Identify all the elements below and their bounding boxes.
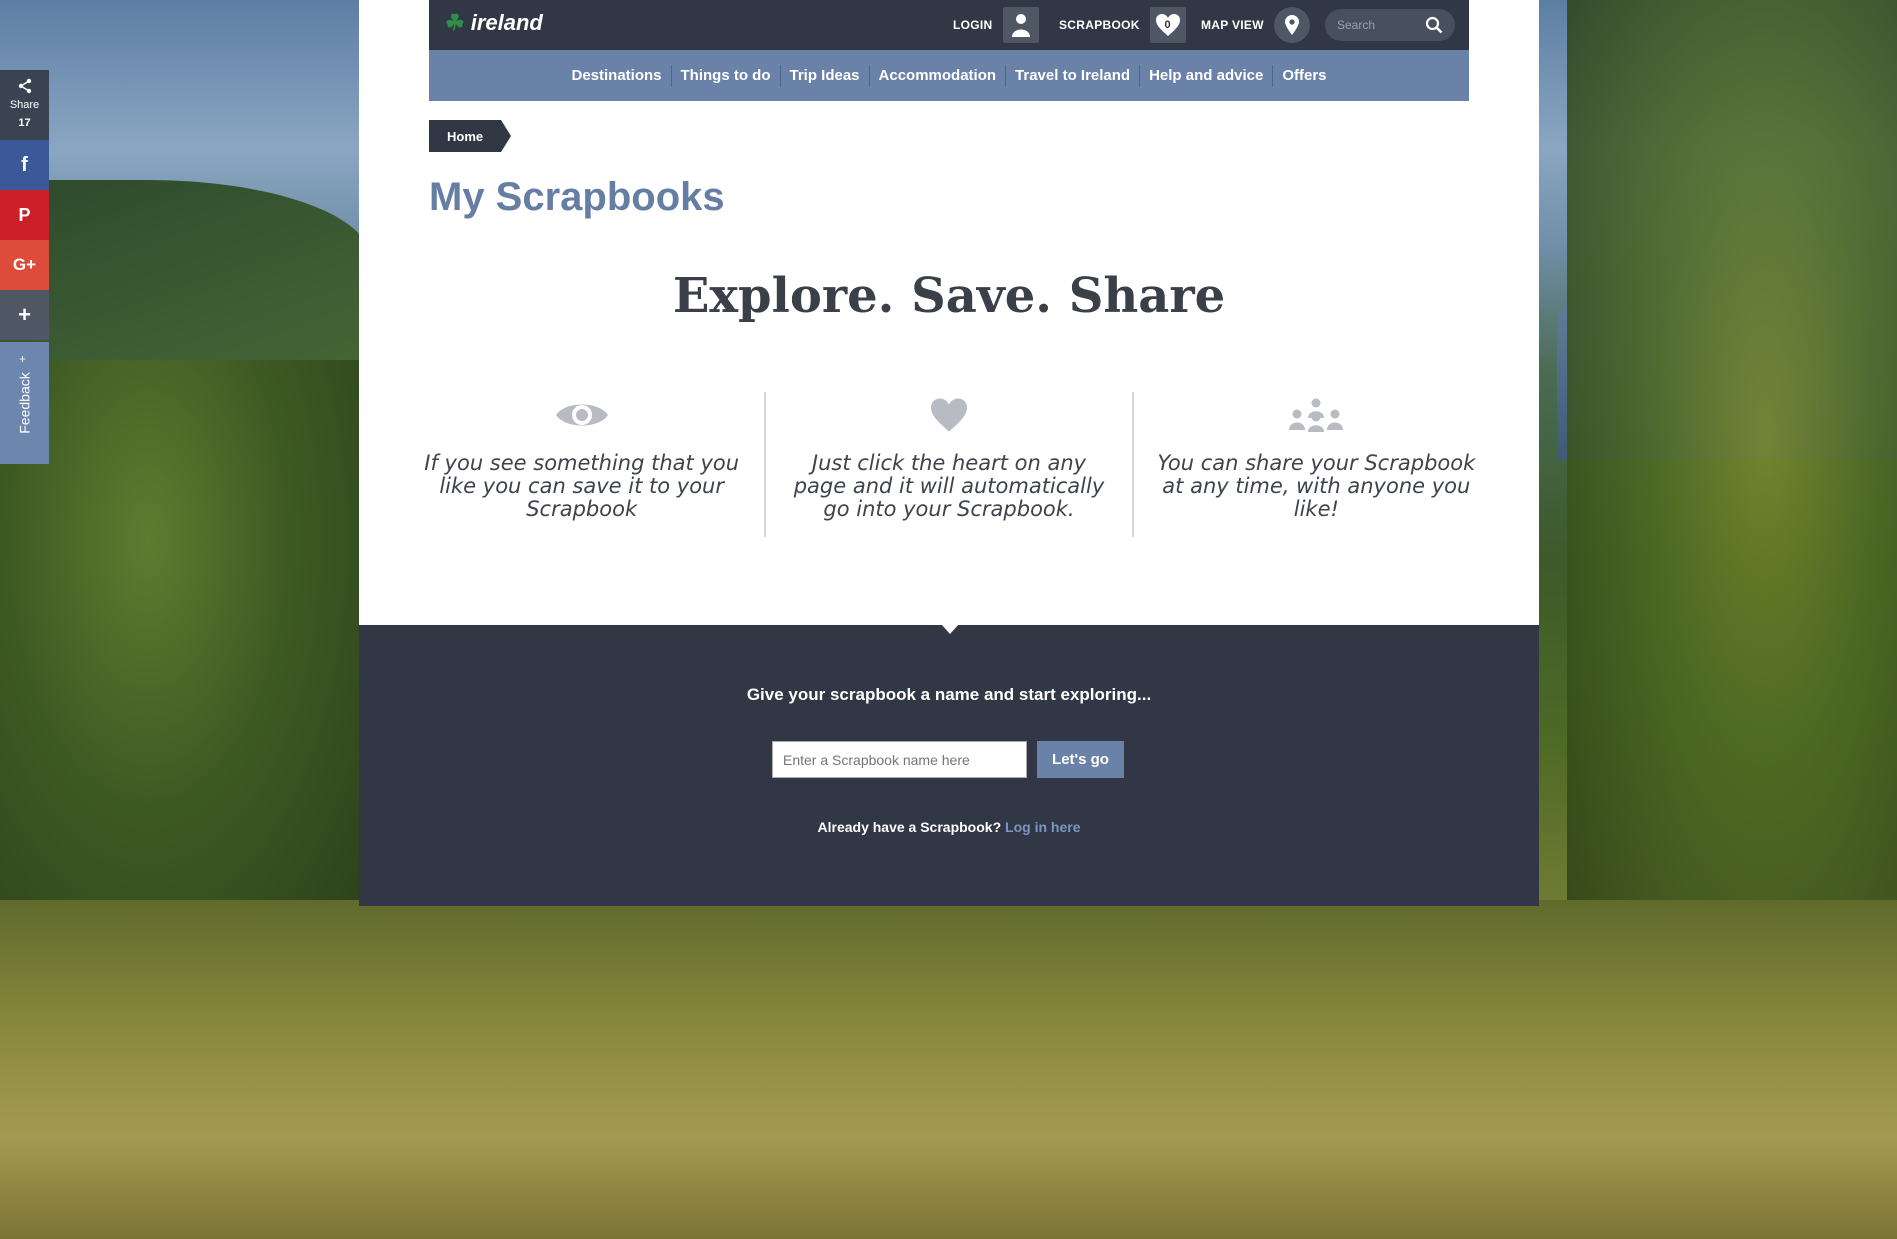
- pinterest-button[interactable]: P: [0, 190, 49, 240]
- nav-item-help-and-advice[interactable]: Help and advice: [1140, 64, 1274, 87]
- lets-go-button[interactable]: Let's go: [1037, 741, 1124, 778]
- map-view-label: MAP VIEW: [1201, 18, 1264, 32]
- scrapbook-count: 0: [1164, 19, 1171, 31]
- ireland-logo[interactable]: ☘ ireland: [445, 10, 543, 36]
- feature-heart-text: Just click the heart on any page and it …: [793, 451, 1105, 521]
- search-box[interactable]: Search: [1325, 9, 1455, 41]
- scrapbook-form: Let's go: [772, 741, 1124, 778]
- feature-share: You can share your Scrapbook at any time…: [1131, 392, 1499, 537]
- scrapbook-button[interactable]: SCRAPBOOK 0: [1059, 0, 1186, 50]
- search-icon[interactable]: [1425, 16, 1443, 34]
- user-icon: [1002, 7, 1039, 43]
- create-scrapbook-section: Give your scrapbook a name and start exp…: [359, 624, 1539, 906]
- feature-heart: Just click the heart on any page and it …: [764, 392, 1131, 537]
- scrapbook-name-input[interactable]: [772, 741, 1027, 778]
- log-in-link[interactable]: Log in here: [1005, 819, 1080, 835]
- people-icon: [1134, 392, 1499, 438]
- eye-icon: [399, 392, 764, 438]
- logo-text: ireland: [470, 10, 543, 35]
- main-nav: Destinations Things to do Trip Ideas Acc…: [429, 50, 1469, 101]
- plus-icon: +: [15, 355, 30, 363]
- scrapbook-label: SCRAPBOOK: [1059, 18, 1140, 32]
- heart-icon: [766, 392, 1131, 438]
- plus-icon: +: [18, 302, 31, 327]
- facebook-icon: f: [21, 153, 28, 176]
- page-title: My Scrapbooks: [429, 175, 725, 219]
- top-header: ☘ ireland LOGIN SCRAPBOOK 0 MAP VIEW Sea…: [429, 0, 1469, 50]
- background-grass: [0, 900, 1897, 1239]
- heart-icon: 0: [1149, 7, 1186, 43]
- already-have-scrapbook: Already have a Scrapbook? Log in here: [359, 819, 1539, 835]
- cta-heading: Give your scrapbook a name and start exp…: [746, 685, 1152, 704]
- breadcrumb-home[interactable]: Home: [429, 120, 512, 152]
- features: If you see something that you like you c…: [399, 392, 1499, 537]
- login-button[interactable]: LOGIN: [953, 0, 1039, 50]
- nav-item-accommodation[interactable]: Accommodation: [870, 64, 1007, 87]
- background-trees-right: [1567, 0, 1897, 980]
- shamrock-icon: ☘: [445, 10, 465, 35]
- main-panel: ☘ ireland LOGIN SCRAPBOOK 0 MAP VIEW Sea…: [359, 0, 1539, 906]
- share-bar: Share 17 f P G+ +: [0, 70, 49, 340]
- nav-item-things-to-do[interactable]: Things to do: [672, 64, 781, 87]
- feature-save-text: If you see something that you like you c…: [424, 451, 740, 521]
- feature-save: If you see something that you like you c…: [399, 392, 764, 537]
- facebook-button[interactable]: f: [0, 140, 49, 190]
- nav-item-destinations[interactable]: Destinations: [563, 64, 672, 87]
- nav-item-trip-ideas[interactable]: Trip Ideas: [781, 64, 870, 87]
- feedback-tab[interactable]: + Feedback: [0, 342, 49, 464]
- google-plus-button[interactable]: G+: [0, 240, 49, 290]
- pinterest-icon: P: [18, 204, 31, 225]
- nav-item-offers[interactable]: Offers: [1273, 65, 1335, 87]
- already-text: Already have a Scrapbook?: [817, 819, 1002, 835]
- nav-item-travel-to-ireland[interactable]: Travel to Ireland: [1006, 64, 1141, 87]
- feature-share-text: You can share your Scrapbook at any time…: [1157, 451, 1476, 521]
- share-count: 17: [18, 117, 31, 129]
- share-label: Share: [9, 99, 40, 111]
- share-icon: [0, 78, 49, 97]
- feedback-label: Feedback: [16, 372, 33, 434]
- headline: Explore. Save. Share: [672, 268, 1226, 324]
- map-view-button[interactable]: MAP VIEW: [1201, 0, 1310, 50]
- search-input[interactable]: Search: [1337, 18, 1375, 32]
- map-pin-icon: [1273, 7, 1310, 43]
- more-share-button[interactable]: +: [0, 290, 49, 340]
- background-trees-left: [0, 360, 370, 960]
- google-plus-icon: G+: [12, 255, 37, 274]
- login-label: LOGIN: [953, 18, 993, 32]
- share-button[interactable]: Share 17: [0, 70, 49, 140]
